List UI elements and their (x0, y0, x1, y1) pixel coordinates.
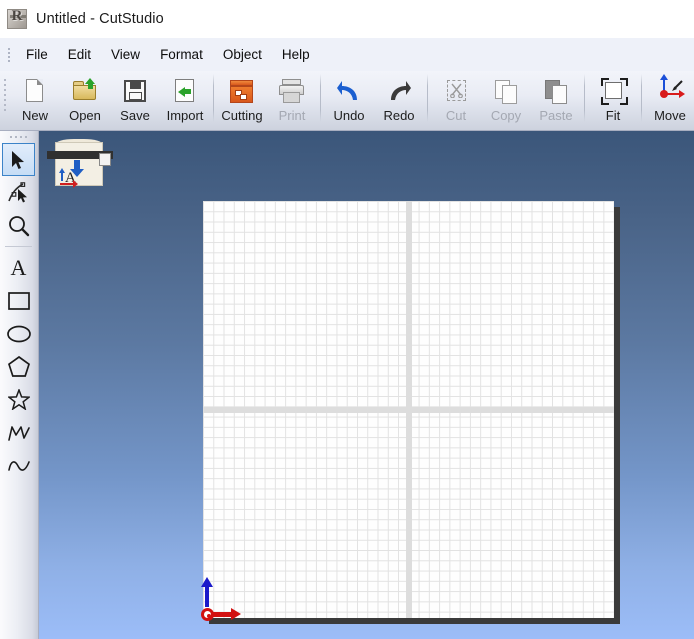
copy-pages-icon (490, 77, 522, 107)
redo-button-label: Redo (383, 108, 415, 123)
import-arrow-icon (169, 77, 201, 107)
main-toolbar: New Open Save Import Cutting Print Undo … (0, 71, 694, 131)
new-button[interactable]: New (10, 71, 60, 129)
print-button[interactable]: Print (267, 71, 317, 129)
scissors-icon (440, 77, 472, 107)
text-tool-icon: A (10, 254, 27, 280)
move-origin-icon (654, 74, 686, 107)
copy-button[interactable]: Copy (481, 71, 531, 129)
import-button[interactable]: Import (160, 71, 210, 129)
tool-zoom-magnifier[interactable] (2, 209, 35, 242)
origin-axes-marker[interactable] (196, 577, 241, 622)
tool-rectangle[interactable] (2, 284, 35, 317)
canvas-work-area[interactable]: A (39, 131, 694, 639)
printer-icon (276, 77, 308, 107)
selection-arrow-icon (11, 150, 24, 169)
origin-y-axis-arrow (201, 577, 213, 607)
cutting-button-label: Cutting (221, 108, 263, 123)
cutting-sheet-wrapper[interactable] (203, 201, 620, 624)
open-button[interactable]: Open (60, 71, 110, 129)
save-button[interactable]: Save (110, 71, 160, 129)
thumbnail-x-axis-arrow (60, 180, 78, 188)
move-button-label: Move (654, 108, 686, 123)
menu-item-format[interactable]: Format (150, 43, 213, 66)
tool-palette: A (0, 131, 39, 639)
menu-item-file[interactable]: File (16, 43, 58, 66)
fit-to-selection-icon (597, 77, 629, 107)
star-icon (7, 389, 30, 410)
cut-button[interactable]: Cut (431, 71, 481, 129)
origin-point-icon (201, 608, 214, 621)
polyline-icon (7, 425, 30, 441)
ellipse-icon (6, 325, 31, 342)
redo-arrow-icon (383, 77, 415, 107)
cutting-machine-icon (226, 77, 258, 107)
roland-logo-icon: R (7, 9, 27, 29)
print-button-label: Print (278, 108, 306, 123)
import-button-label: Import (166, 108, 204, 123)
open-button-label: Open (69, 108, 101, 123)
fit-button-label: Fit (605, 108, 621, 123)
fit-button[interactable]: Fit (588, 71, 638, 129)
window-title: Untitled - CutStudio (36, 11, 164, 27)
floppy-disk-icon (119, 77, 151, 107)
tool-polyline[interactable] (2, 416, 35, 449)
tool-curve[interactable] (2, 449, 35, 482)
zoom-magnifier-icon (8, 215, 29, 236)
menu-item-view[interactable]: View (101, 43, 150, 66)
save-button-label: Save (120, 108, 150, 123)
menu-item-help[interactable]: Help (272, 43, 320, 66)
tool-ellipse[interactable] (2, 317, 35, 350)
menu-bar: File Edit View Format Object Help (0, 38, 694, 71)
tool-node-edit[interactable] (2, 176, 35, 209)
tool-star[interactable] (2, 383, 35, 416)
clipboard-paste-icon (540, 77, 572, 107)
rectangle-icon (7, 291, 30, 310)
title-bar: R Untitled - CutStudio (0, 0, 694, 38)
thumbnail-y-axis-arrow (59, 168, 65, 181)
polygon-icon (7, 356, 30, 377)
menu-grip-icon[interactable] (4, 44, 14, 66)
horizontal-center-guide (203, 406, 614, 413)
tool-selection-arrow[interactable] (2, 143, 35, 176)
curve-icon (7, 460, 30, 471)
origin-x-axis-arrow (213, 608, 241, 620)
roland-logo-glyph: R (11, 9, 23, 24)
toolbar-separator (584, 74, 585, 122)
move-button[interactable]: Move (645, 71, 694, 129)
cutting-machine-orientation-thumbnail[interactable]: A (47, 137, 113, 191)
menu-item-edit[interactable]: Edit (58, 43, 101, 66)
cutstudio-window: R Untitled - CutStudio File Edit View Fo… (0, 0, 694, 639)
new-page-icon (19, 77, 51, 107)
thumbnail-feed-direction-arrow (70, 160, 84, 177)
cut-button-label: Cut (445, 108, 467, 123)
new-button-label: New (21, 108, 48, 123)
toolbar-separator (641, 74, 642, 122)
paste-button-label: Paste (539, 108, 573, 123)
copy-button-label: Copy (490, 108, 522, 123)
paste-button[interactable]: Paste (531, 71, 581, 129)
toolbar-grip-icon[interactable] (0, 71, 10, 129)
cutting-sheet-grid[interactable] (203, 201, 614, 618)
open-folder-icon (69, 77, 101, 107)
tool-text[interactable]: A (2, 251, 35, 284)
palette-divider (5, 246, 32, 247)
undo-button[interactable]: Undo (324, 71, 374, 129)
toolbar-separator (213, 74, 214, 122)
toolbar-separator (427, 74, 428, 122)
node-edit-icon (7, 182, 27, 203)
toolbar-separator (320, 74, 321, 122)
cutting-button[interactable]: Cutting (217, 71, 267, 129)
undo-arrow-icon (333, 77, 365, 107)
menu-item-object[interactable]: Object (213, 43, 272, 66)
redo-button[interactable]: Redo (374, 71, 424, 129)
thumbnail-cut-head (99, 153, 111, 166)
palette-grip-icon[interactable] (10, 136, 30, 140)
tool-polygon[interactable] (2, 350, 35, 383)
undo-button-label: Undo (333, 108, 365, 123)
